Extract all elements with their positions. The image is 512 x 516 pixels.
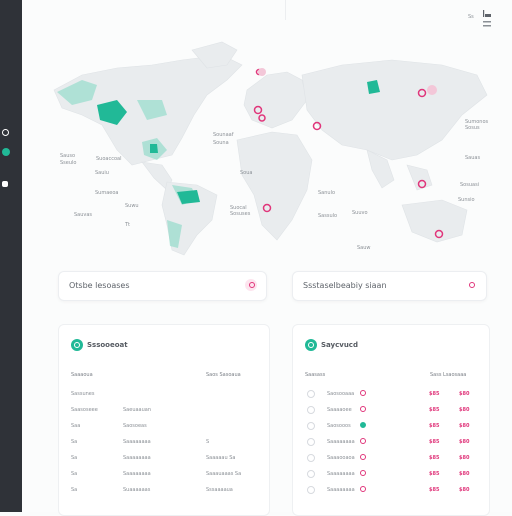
table-cell: Saaaaaaaa xyxy=(123,439,151,445)
col-header: Saaaoua xyxy=(71,372,93,378)
status-dot-icon xyxy=(360,438,366,444)
map-label: Sunsio xyxy=(458,197,475,203)
table-cell: Sassunes xyxy=(71,391,95,397)
status-dot-icon xyxy=(360,422,366,428)
value-b: $80 xyxy=(459,455,470,461)
map-label: Sauw xyxy=(357,245,371,251)
sidebar xyxy=(0,0,22,512)
value-a: $85 xyxy=(429,455,440,461)
status-dot-icon xyxy=(360,470,366,476)
table-cell: Saaauaaas Sa xyxy=(206,471,242,477)
value-a: $85 xyxy=(429,391,440,397)
landmasses xyxy=(53,41,488,256)
row-name: Saaaaaaaa xyxy=(327,487,355,493)
value-b: $80 xyxy=(459,471,470,477)
table-cell: Sa xyxy=(71,455,78,461)
value-a: $85 xyxy=(429,439,440,445)
value-b: $80 xyxy=(459,439,470,445)
card-title: Saycvucd xyxy=(321,341,358,349)
row-name: Saaaaoee xyxy=(327,407,352,413)
row-checkbox[interactable] xyxy=(307,390,315,398)
table-cell: Saaaaaaaa xyxy=(123,471,151,477)
search-left[interactable]: Otsbe lesoases xyxy=(58,271,267,301)
map-label: Sosuasi xyxy=(460,182,480,188)
value-b: $80 xyxy=(459,423,470,429)
table-cell: Suaaaaaas xyxy=(123,487,151,493)
table-cell: Saa xyxy=(71,423,81,429)
search-right[interactable]: Ssstaselbeabiy siaan xyxy=(292,271,487,301)
map-label: Sosuses xyxy=(230,211,251,217)
search-left-text: Otsbe lesoases xyxy=(69,281,130,290)
row-checkbox[interactable] xyxy=(307,406,315,414)
right-card: Saycvucd Saasass Sass Lsaosaaa Saosooaaa… xyxy=(292,324,490,516)
map-label: Suoaccoal xyxy=(96,156,122,162)
status-dot-icon[interactable] xyxy=(2,148,10,156)
window-icon[interactable] xyxy=(2,181,8,187)
table-cell: Saaaaaaaa xyxy=(123,455,151,461)
col-header: Saos Sasoaua xyxy=(206,372,241,378)
status-dot-icon xyxy=(360,406,366,412)
map-label: Sauvas xyxy=(74,212,93,218)
table-cell: Saosoeas xyxy=(123,423,147,429)
value-a: $85 xyxy=(429,471,440,477)
info-icon[interactable] xyxy=(2,129,9,136)
card-badge-icon xyxy=(71,339,83,351)
table-cell: Sa xyxy=(71,471,78,477)
card-title: Sssooeoat xyxy=(87,341,128,349)
status-dot-icon xyxy=(360,486,366,492)
left-card: Sssooeoat Saaaoua Saos Sasoaua Sassunes S… xyxy=(58,324,270,516)
table-cell: S xyxy=(206,439,210,445)
table-cell: Sa xyxy=(71,487,78,493)
location-pin-icon[interactable] xyxy=(245,279,257,291)
world-map[interactable] xyxy=(22,20,492,260)
col-header: Sass Lsaosaaa xyxy=(430,372,467,378)
map-label: Sassulo xyxy=(318,213,338,219)
map-label: Sseulo xyxy=(60,160,77,166)
value-b: $80 xyxy=(459,391,470,397)
status-dot-icon xyxy=(360,454,366,460)
value-a: $85 xyxy=(429,407,440,413)
value-a: $85 xyxy=(429,487,440,493)
map-label: Sumaeoa xyxy=(95,190,119,196)
row-checkbox[interactable] xyxy=(307,454,315,462)
table-cell: Saaaaau Sa xyxy=(206,455,236,461)
row-name: Saaaaaaaa xyxy=(327,471,355,477)
table-cell: Sssaaaaua xyxy=(206,487,233,493)
value-b: $80 xyxy=(459,407,470,413)
search-right-text: Ssstaselbeabiy siaan xyxy=(303,281,387,290)
row-name: Saaaooaoa xyxy=(327,455,355,461)
map-label: Ss xyxy=(468,14,474,20)
map-label: Suwu xyxy=(125,203,139,209)
location-pin-icon[interactable] xyxy=(465,279,477,291)
table-cell: Sa xyxy=(71,439,78,445)
row-name: Saosooos xyxy=(327,423,351,429)
row-checkbox[interactable] xyxy=(307,486,315,494)
row-checkbox[interactable] xyxy=(307,470,315,478)
status-dot-icon xyxy=(360,390,366,396)
row-name: Saosooaaa xyxy=(327,391,355,397)
map-label: Souna xyxy=(213,140,229,146)
map-label: Sauso xyxy=(60,153,76,159)
map-label: Sauiu xyxy=(95,170,109,176)
value-b: $80 xyxy=(459,487,470,493)
table-cell: Saeuaauan xyxy=(123,407,152,413)
row-checkbox[interactable] xyxy=(307,422,315,430)
map-label: Tt xyxy=(125,222,131,228)
map-label: Sauas xyxy=(465,155,481,161)
col-header: Saasass xyxy=(305,372,326,378)
map-label: Soua xyxy=(240,170,253,176)
card-badge-icon xyxy=(305,339,317,351)
value-a: $85 xyxy=(429,423,440,429)
map-label: Sounaaf xyxy=(213,132,234,138)
panel-divider xyxy=(285,0,286,20)
row-checkbox[interactable] xyxy=(307,438,315,446)
row-name: Saaaaaaaa xyxy=(327,439,355,445)
map-label: Sosus xyxy=(465,125,480,131)
map-label: Suuvo xyxy=(352,210,368,216)
map-label: Sanulo xyxy=(318,190,336,196)
table-cell: Saasoseee xyxy=(71,407,98,413)
